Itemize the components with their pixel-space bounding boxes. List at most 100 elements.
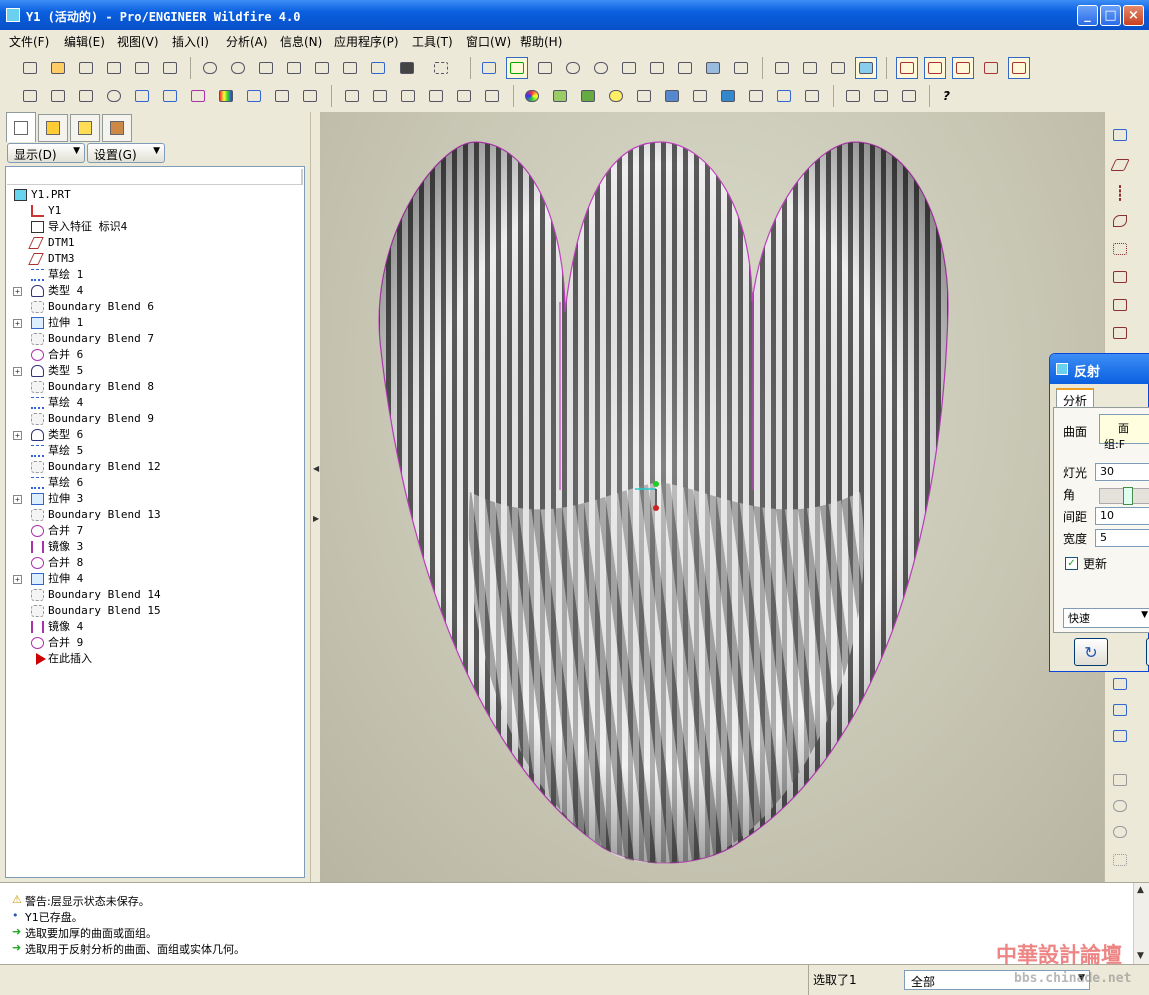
- measure-table-icon[interactable]: [75, 85, 97, 107]
- hidden-line-icon[interactable]: [799, 57, 821, 79]
- expand-toggle-icon[interactable]: +: [13, 575, 22, 584]
- sketch-tool-icon[interactable]: [1109, 124, 1131, 146]
- datum-axes-toggle-icon[interactable]: [924, 57, 946, 79]
- model-tree[interactable]: Y1.PRT Y1 导入特征 标识4 DTM1 DTM3 草绘 1 + 类型 4 Boundar…: [5, 166, 305, 878]
- compute-button[interactable]: ↻: [1074, 638, 1108, 666]
- close-button[interactable]: ×: [1123, 5, 1144, 26]
- settings-dropdown[interactable]: 设置(G) ▼: [87, 143, 165, 163]
- variable-section-sweep-icon[interactable]: [1109, 699, 1131, 721]
- lights-icon[interactable]: [605, 85, 627, 107]
- datum-point-tool-icon[interactable]: [1109, 238, 1131, 260]
- reorient-icon[interactable]: [646, 57, 668, 79]
- boundary-blend-tool-icon[interactable]: [1109, 673, 1131, 695]
- view-manager-icon[interactable]: [730, 57, 752, 79]
- menu-window[interactable]: 窗口(W): [466, 33, 511, 50]
- expand-toggle-icon[interactable]: +: [13, 431, 22, 440]
- shading-icon[interactable]: [855, 57, 877, 79]
- menu-applications[interactable]: 应用程序(P): [334, 33, 399, 50]
- expand-toggle-icon[interactable]: +: [13, 319, 22, 328]
- panel-splitter[interactable]: ◀ ▶: [310, 112, 320, 882]
- orient-mode-icon[interactable]: [534, 57, 556, 79]
- csys-toggle-icon[interactable]: [980, 57, 1002, 79]
- maximize-button[interactable]: □: [1100, 5, 1121, 26]
- new-icon[interactable]: [19, 57, 41, 79]
- cut-icon[interactable]: [255, 57, 277, 79]
- graphics-window[interactable]: [320, 112, 1104, 882]
- render-setup-icon[interactable]: [661, 85, 683, 107]
- color-appearance-icon[interactable]: [521, 85, 543, 107]
- family-table-icon[interactable]: [425, 85, 447, 107]
- expand-toggle-icon[interactable]: +: [13, 367, 22, 376]
- menu-help[interactable]: 帮助(H): [520, 33, 562, 50]
- print-icon[interactable]: [103, 57, 125, 79]
- light-input[interactable]: 30: [1095, 463, 1149, 481]
- wireframe-icon[interactable]: [771, 57, 793, 79]
- measure-distance-icon[interactable]: [19, 85, 41, 107]
- no-hidden-icon[interactable]: [827, 57, 849, 79]
- udf-icon[interactable]: [481, 85, 503, 107]
- dihedral-angle-icon[interactable]: [299, 85, 321, 107]
- curvature-icon[interactable]: [131, 85, 153, 107]
- datum-curve-tool-icon[interactable]: [1109, 210, 1131, 232]
- layers-icon[interactable]: [702, 57, 724, 79]
- expand-toggle-icon[interactable]: +: [13, 287, 22, 296]
- model-player-icon[interactable]: [801, 85, 823, 107]
- find-icon[interactable]: [396, 57, 418, 79]
- copy-icon[interactable]: [283, 57, 305, 79]
- width-input[interactable]: 5: [1095, 529, 1149, 547]
- datum-plane-tool-icon[interactable]: [1109, 154, 1131, 176]
- render-region-icon[interactable]: [717, 85, 739, 107]
- perspective-icon[interactable]: [773, 85, 795, 107]
- refit-icon[interactable]: [618, 57, 640, 79]
- context-help-icon[interactable]: ?: [939, 85, 961, 107]
- draft-analysis-icon[interactable]: [243, 85, 265, 107]
- dialog-title-bar[interactable]: 反射: [1050, 354, 1149, 384]
- regenerate-icon[interactable]: [367, 57, 389, 79]
- datum-points-toggle-icon[interactable]: [952, 57, 974, 79]
- collapse-arrow-icon[interactable]: ◀: [313, 464, 319, 473]
- section-analysis-icon[interactable]: [159, 85, 181, 107]
- minimize-button[interactable]: _: [1077, 5, 1098, 26]
- menu-tools[interactable]: 工具(T): [412, 33, 453, 50]
- window-accept-icon[interactable]: [870, 85, 892, 107]
- angle-slider-thumb[interactable]: [1123, 487, 1134, 505]
- fill-surface-icon[interactable]: [1109, 725, 1131, 747]
- saved-views-icon[interactable]: [674, 57, 696, 79]
- mass-properties-icon[interactable]: [103, 85, 125, 107]
- repaint-icon[interactable]: [478, 57, 500, 79]
- scene-icon[interactable]: [549, 85, 571, 107]
- datum-axis-tool-icon[interactable]: [1109, 182, 1131, 204]
- slope-analysis-icon[interactable]: [271, 85, 293, 107]
- trim-tool-icon[interactable]: [1109, 821, 1131, 843]
- window-close-icon[interactable]: [898, 85, 920, 107]
- measure-area-icon[interactable]: [47, 85, 69, 107]
- scroll-up-icon[interactable]: ▲: [1137, 885, 1144, 895]
- paste-icon[interactable]: [311, 57, 333, 79]
- menu-file[interactable]: 文件(F): [9, 33, 49, 50]
- undo-icon[interactable]: [199, 57, 221, 79]
- menu-view[interactable]: 视图(V): [117, 33, 159, 50]
- tab-analysis[interactable]: 分析: [1056, 388, 1094, 408]
- offset-analysis-icon[interactable]: [187, 85, 209, 107]
- effects-icon[interactable]: [633, 85, 655, 107]
- decal-icon[interactable]: [745, 85, 767, 107]
- mirror-tool-icon[interactable]: [1109, 769, 1131, 791]
- analysis-feature-icon[interactable]: [1109, 294, 1131, 316]
- menu-analysis[interactable]: 分析(A): [226, 33, 268, 50]
- menu-edit[interactable]: 编辑(E): [64, 33, 105, 50]
- shaded-curvature-icon[interactable]: [215, 85, 237, 107]
- csys-tool-icon[interactable]: [1109, 266, 1131, 288]
- menu-info[interactable]: 信息(N): [280, 33, 322, 50]
- surface-collector[interactable]: 面组:F: [1099, 414, 1149, 451]
- merge-tool-icon[interactable]: [1109, 795, 1131, 817]
- model-surface[interactable]: [320, 112, 1104, 882]
- render-window-icon[interactable]: [689, 85, 711, 107]
- parameters-icon[interactable]: [369, 85, 391, 107]
- favorites-tab[interactable]: [70, 114, 100, 142]
- room-icon[interactable]: [577, 85, 599, 107]
- quality-dropdown[interactable]: 快速 ▼: [1063, 608, 1149, 628]
- mail-attach-icon[interactable]: [159, 57, 181, 79]
- connections-tab[interactable]: [102, 114, 132, 142]
- datum-planes-toggle-icon[interactable]: [896, 57, 918, 79]
- save-icon[interactable]: [75, 57, 97, 79]
